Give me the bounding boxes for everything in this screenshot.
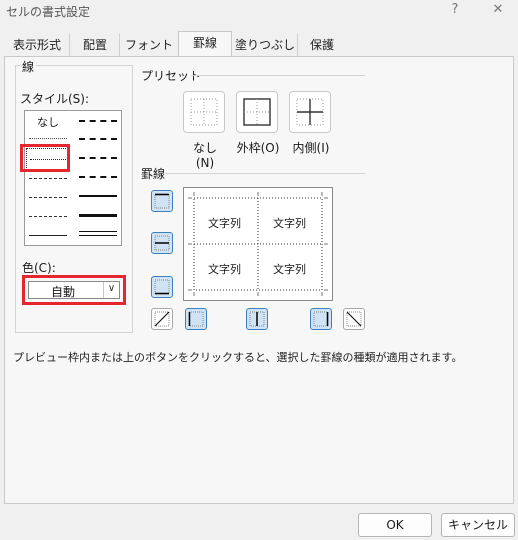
- line-style-medium-dash-dot[interactable]: [79, 157, 117, 159]
- hint-text: プレビュー枠内または上のボタンをクリックすると、選択した罫線の種類が適用されます…: [13, 351, 463, 364]
- tab-border[interactable]: 罫線: [178, 31, 232, 58]
- border-preview[interactable]: 文字列 文字列 文字列 文字列: [183, 187, 333, 301]
- preview-cell-text: 文字列: [208, 263, 241, 276]
- line-style-medium-dashed[interactable]: [79, 176, 117, 178]
- border-preview-lines: [188, 192, 328, 296]
- border-inside-vertical-icon: [249, 311, 265, 327]
- border-top-icon: [154, 193, 170, 209]
- line-style-dash-dot-dot[interactable]: [29, 178, 67, 179]
- tab-alignment[interactable]: 配置: [70, 33, 120, 57]
- style-label: スタイル(S):: [20, 92, 90, 106]
- line-group: 線 スタイル(S): なし 色(C): 自動 ∨: [15, 58, 133, 333]
- border-diagonal-down-icon: [346, 311, 362, 327]
- preset-none-icon: [190, 98, 218, 126]
- border-bottom-icon: [154, 279, 170, 295]
- border-right-button[interactable]: [310, 308, 332, 330]
- preset-inside-button[interactable]: [289, 91, 331, 133]
- tab-fill[interactable]: 塗りつぶし: [232, 33, 298, 57]
- border-diagonal-down-button[interactable]: [343, 308, 365, 330]
- ok-button[interactable]: OK: [358, 513, 432, 537]
- preset-inside-icon: [296, 98, 324, 126]
- color-value: 自動: [50, 285, 75, 299]
- title-bar: セルの書式設定 ? ✕: [0, 0, 518, 26]
- preset-none-label: なし(N): [192, 141, 217, 170]
- highlight-box-style: [20, 144, 70, 172]
- line-style-none[interactable]: なし: [37, 114, 59, 130]
- preset-outline-icon: [243, 98, 271, 126]
- help-icon[interactable]: ?: [440, 0, 470, 22]
- border-bottom-button[interactable]: [151, 276, 173, 298]
- close-icon[interactable]: ✕: [483, 0, 513, 22]
- border-top-button[interactable]: [151, 190, 173, 212]
- border-inside-horizontal-icon: [154, 235, 170, 251]
- tab-panel-border: 線 スタイル(S): なし 色(C): 自動 ∨ プリセット なし(N) 外枠(…: [4, 56, 514, 504]
- preview-cell-text: 文字列: [273, 263, 306, 276]
- border-diagonal-up-icon: [154, 311, 170, 327]
- border-divider: [165, 173, 365, 174]
- tab-font[interactable]: フォント: [120, 33, 178, 57]
- line-style-hair[interactable]: [29, 138, 67, 139]
- line-style-medium-dash-dot-dot[interactable]: [79, 120, 117, 122]
- preset-divider: [191, 75, 365, 76]
- preview-cell-text: 文字列: [208, 217, 241, 230]
- border-inside-vertical-button[interactable]: [246, 308, 268, 330]
- line-style-list[interactable]: なし: [20, 110, 122, 246]
- tab-protection[interactable]: 保護: [298, 33, 346, 57]
- color-label: 色(C):: [22, 261, 56, 275]
- preset-outline-label: 外枠(O): [236, 141, 280, 155]
- highlight-box-color: 自動 ∨: [22, 275, 126, 305]
- preview-cell-text: 文字列: [273, 217, 306, 230]
- color-dropdown[interactable]: 自動 ∨: [28, 281, 120, 299]
- line-style-thin[interactable]: [29, 235, 67, 236]
- line-style-dash-dot[interactable]: [29, 197, 67, 198]
- line-style-slant-dash-dot[interactable]: [79, 138, 117, 140]
- border-inside-horizontal-button[interactable]: [151, 232, 173, 254]
- line-style-medium[interactable]: [79, 195, 117, 197]
- line-style-thick[interactable]: [79, 214, 117, 217]
- tab-number-format[interactable]: 表示形式: [4, 33, 70, 57]
- border-left-button[interactable]: [185, 308, 207, 330]
- cancel-button[interactable]: キャンセル: [441, 513, 515, 537]
- line-style-double[interactable]: [79, 231, 117, 236]
- border-left-icon: [188, 311, 204, 327]
- line-group-label: 線: [20, 58, 37, 75]
- border-diagonal-up-button[interactable]: [151, 308, 173, 330]
- preset-inside-label: 内側(I): [292, 141, 330, 155]
- preset-none-button[interactable]: [183, 91, 225, 133]
- preset-outline-button[interactable]: [236, 91, 278, 133]
- chevron-down-icon[interactable]: ∨: [103, 282, 119, 298]
- dialog-title: セルの書式設定: [6, 5, 91, 19]
- line-style-dashed[interactable]: [29, 216, 67, 217]
- border-right-icon: [313, 311, 329, 327]
